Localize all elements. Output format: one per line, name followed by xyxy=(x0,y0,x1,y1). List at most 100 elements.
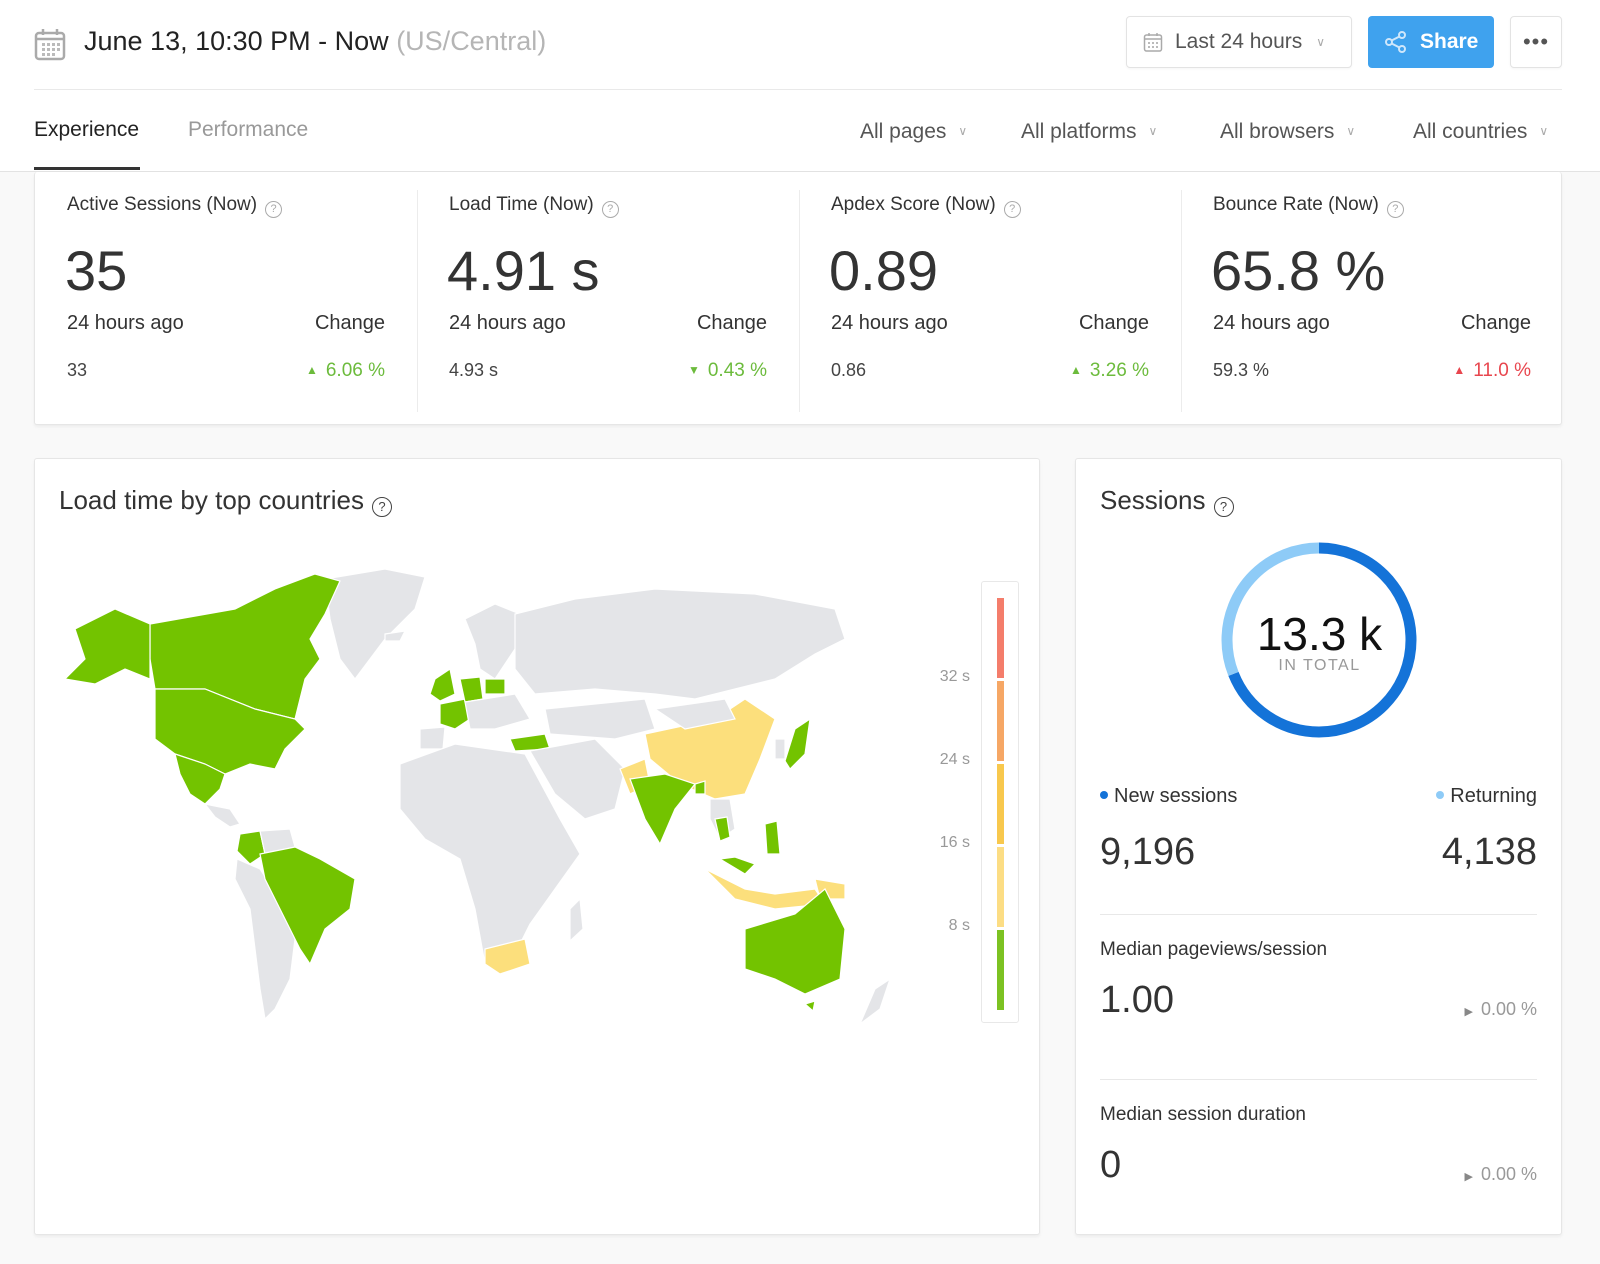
country-india[interactable] xyxy=(629,773,697,846)
country-iberia[interactable] xyxy=(419,726,446,750)
tab-performance[interactable]: Performance xyxy=(188,118,308,142)
kpi-ago-value: 59.3 % xyxy=(1213,360,1270,380)
kpi-ago-value: 33 xyxy=(67,360,88,380)
help-icon[interactable]: ? xyxy=(601,201,619,218)
time-range-label: Last 24 hours xyxy=(1175,30,1303,53)
arrow-down-icon: ▼ xyxy=(687,363,700,377)
chevron-down-icon: ∨ xyxy=(958,124,968,138)
filter-label: All platforms xyxy=(1021,120,1137,143)
share-button[interactable]: Share xyxy=(1368,16,1494,68)
arrow-up-icon: ▲ xyxy=(1069,363,1082,377)
page-title: June 13, 10:30 PM - Now (US/Central) xyxy=(84,26,546,57)
new-sessions-label: New sessions xyxy=(1114,785,1238,807)
country-central-asia[interactable] xyxy=(544,698,656,740)
time-range-dropdown[interactable]: Last 24 hours ∨ xyxy=(1126,16,1352,68)
country-thailand[interactable] xyxy=(714,816,731,842)
legend-color-segment xyxy=(997,681,1004,761)
country-malaysia[interactable] xyxy=(718,856,757,875)
kpi-block: Active Sessions (Now)? 35 24 hours ago Chan… xyxy=(35,172,417,412)
neutral-arrow-icon: ▶ xyxy=(1464,1006,1473,1018)
chevron-down-icon: ∨ xyxy=(1316,35,1326,49)
kpi-change: ▲ 3.26 % xyxy=(1070,360,1149,382)
country-tasmania[interactable] xyxy=(803,1000,816,1013)
arrow-up-icon: ▲ xyxy=(1453,363,1466,377)
country-new-zealand[interactable] xyxy=(858,977,892,1026)
legend-label: 16 s xyxy=(939,834,970,851)
header-row: June 13, 10:30 PM - Now (US/Central) Las… xyxy=(34,0,1562,90)
kpi-change: ▲ 6.06 % xyxy=(306,360,385,382)
chevron-down-icon: ∨ xyxy=(1539,124,1549,138)
legend-label: 8 s xyxy=(948,917,970,934)
pageviews-change: ▶ 0.00 % xyxy=(1464,999,1537,1020)
kpi-change-label: Change xyxy=(314,312,385,334)
help-icon[interactable]: ? xyxy=(1213,497,1234,517)
kpi-title: Load Time (Now)? xyxy=(449,194,619,218)
country-japan[interactable] xyxy=(784,717,811,770)
pageviews-change-value: 0.00 % xyxy=(1480,999,1537,1019)
kpi-block: Apdex Score (Now)? 0.89 24 hours ago Change… xyxy=(799,172,1181,412)
returning-value: 4,138 xyxy=(1441,831,1537,873)
country-greenland[interactable] xyxy=(324,569,426,680)
country-poland[interactable] xyxy=(484,678,506,695)
neutral-arrow-icon: ▶ xyxy=(1464,1171,1473,1183)
more-icon: ••• xyxy=(1522,29,1550,54)
help-icon[interactable]: ? xyxy=(1003,201,1021,218)
country-germany-nl[interactable] xyxy=(459,676,484,703)
help-icon[interactable]: ? xyxy=(1386,201,1404,218)
country-philippines[interactable] xyxy=(764,820,781,855)
kpi-change-value: 11.0 % xyxy=(1473,360,1531,381)
country-indonesia[interactable] xyxy=(704,868,827,910)
country-alaska[interactable] xyxy=(63,608,151,685)
kpi-change: ▼ 0.43 % xyxy=(688,360,767,382)
kpi-title: Bounce Rate (Now)? xyxy=(1213,194,1404,218)
range-title-text: June 13, 10:30 PM - Now xyxy=(84,26,389,56)
duration-value: 0 xyxy=(1100,1144,1122,1186)
kpi-value: 35 xyxy=(65,239,128,302)
kpi-title: Apdex Score (Now)? xyxy=(831,194,1021,218)
kpi-change-value: 3.26 % xyxy=(1089,360,1149,381)
sessions-total: 13.3 k xyxy=(1256,608,1383,660)
new-sessions-value: 9,196 xyxy=(1100,831,1196,873)
legend-color-segment xyxy=(997,847,1004,927)
new-sessions-dot-icon xyxy=(1100,791,1108,799)
kpi-change-label: Change xyxy=(696,312,767,334)
filter-label: All pages xyxy=(860,120,947,143)
world-map[interactable] xyxy=(55,569,955,1049)
returning-label: Returning xyxy=(1450,785,1537,807)
country-scandinavia[interactable] xyxy=(464,603,521,680)
kpi-block: Load Time (Now)? 4.91 s 24 hours ago Change… xyxy=(417,172,799,412)
filter-platforms-dropdown[interactable]: All platforms ∨ xyxy=(1021,120,1157,144)
map-title-text: Load time by top countries xyxy=(59,485,364,515)
legend-color-segment xyxy=(997,930,1004,1010)
pageviews-label: Median pageviews/session xyxy=(1100,939,1328,960)
share-icon xyxy=(1385,31,1406,53)
legend-color-segment xyxy=(997,764,1004,844)
calendar-icon xyxy=(34,29,66,61)
country-bangladesh[interactable] xyxy=(694,780,706,795)
kpi-change-value: 6.06 % xyxy=(325,360,385,381)
duration-label: Median session duration xyxy=(1100,1104,1306,1125)
chevron-down-icon: ∨ xyxy=(1148,124,1158,138)
filter-browsers-dropdown[interactable]: All browsers ∨ xyxy=(1220,120,1355,144)
country-madagascar[interactable] xyxy=(569,897,584,943)
timezone-label: (US/Central) xyxy=(396,26,547,56)
tab-experience[interactable]: Experience xyxy=(34,118,139,142)
country-korea[interactable] xyxy=(774,738,786,760)
active-tab-indicator xyxy=(34,167,140,170)
help-icon[interactable]: ? xyxy=(371,497,392,517)
country-uk-ireland[interactable] xyxy=(429,668,456,702)
sessions-title: Sessions? xyxy=(1100,485,1234,517)
legend-color-segment xyxy=(997,598,1004,678)
calendar-icon xyxy=(1143,33,1163,52)
kpi-block: Bounce Rate (Now)? 65.8 % 24 hours ago Chan… xyxy=(1181,172,1563,412)
more-options-button[interactable]: ••• xyxy=(1510,16,1562,68)
country-russia[interactable] xyxy=(514,588,846,700)
filter-pages-dropdown[interactable]: All pages ∨ xyxy=(860,120,967,144)
country-central-america[interactable] xyxy=(203,803,241,828)
kpi-title-text: Bounce Rate (Now) xyxy=(1213,194,1379,215)
map-legend: 32 s 24 s 16 s 8 s xyxy=(940,581,1019,1023)
legend-new-sessions: New sessions xyxy=(1100,785,1237,808)
kpi-panel: Active Sessions (Now)? 35 24 hours ago Chan… xyxy=(34,172,1562,425)
filter-countries-dropdown[interactable]: All countries ∨ xyxy=(1413,120,1548,144)
help-icon[interactable]: ? xyxy=(265,201,283,218)
